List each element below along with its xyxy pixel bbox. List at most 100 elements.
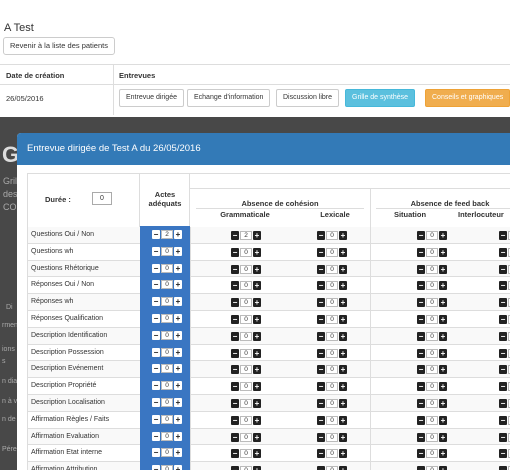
plus-button[interactable]: + xyxy=(174,448,182,458)
plus-button[interactable]: + xyxy=(439,365,447,375)
minus-button[interactable]: − xyxy=(152,280,160,290)
plus-button[interactable]: + xyxy=(174,246,182,256)
plus-button[interactable]: + xyxy=(253,231,261,240)
plus-button[interactable]: + xyxy=(339,298,347,308)
minus-button[interactable]: − xyxy=(231,365,239,375)
plus-button[interactable]: + xyxy=(174,465,182,470)
plus-button[interactable]: + xyxy=(339,231,347,240)
minus-button[interactable]: − xyxy=(417,331,425,341)
situation-value[interactable]: 0 xyxy=(426,247,438,257)
plus-button[interactable]: + xyxy=(174,347,182,357)
minus-button[interactable]: − xyxy=(317,382,325,392)
actes-adequats-value[interactable]: 0 xyxy=(161,381,173,391)
minus-button[interactable]: − xyxy=(152,414,160,424)
lexicale-value[interactable]: 0 xyxy=(326,247,338,257)
minus-button[interactable]: − xyxy=(417,298,425,308)
plus-button[interactable]: + xyxy=(253,348,261,358)
actes-adequats-value[interactable]: 0 xyxy=(161,313,173,323)
lexicale-value[interactable]: 0 xyxy=(326,449,338,459)
grammaticale-value[interactable]: 0 xyxy=(240,298,252,308)
minus-button[interactable]: − xyxy=(499,298,507,308)
plus-button[interactable]: + xyxy=(439,314,447,324)
plus-button[interactable]: + xyxy=(439,231,447,240)
plus-button[interactable]: + xyxy=(253,449,261,459)
plus-button[interactable]: + xyxy=(339,415,347,425)
discussion-libre-button[interactable]: Discussion libre xyxy=(276,89,340,107)
plus-button[interactable]: + xyxy=(339,331,347,341)
plus-button[interactable]: + xyxy=(253,466,261,470)
plus-button[interactable]: + xyxy=(174,230,182,239)
minus-button[interactable]: − xyxy=(317,298,325,308)
plus-button[interactable]: + xyxy=(439,449,447,459)
situation-value[interactable]: 0 xyxy=(426,466,438,470)
conseils-graphiques-button[interactable]: Conseils et graphiques xyxy=(425,89,510,107)
minus-button[interactable]: − xyxy=(231,314,239,324)
plus-button[interactable]: + xyxy=(439,281,447,291)
actes-adequats-value[interactable]: 0 xyxy=(161,397,173,407)
situation-value[interactable]: 0 xyxy=(426,348,438,358)
lexicale-value[interactable]: 0 xyxy=(326,314,338,324)
actes-adequats-value[interactable]: 0 xyxy=(161,263,173,273)
grammaticale-value[interactable]: 0 xyxy=(240,314,252,324)
duree-input[interactable]: 0 xyxy=(92,192,112,205)
grammaticale-value[interactable]: 2 xyxy=(240,231,252,240)
minus-button[interactable]: − xyxy=(499,415,507,425)
grammaticale-value[interactable]: 0 xyxy=(240,331,252,341)
plus-button[interactable]: + xyxy=(253,432,261,442)
minus-button[interactable]: − xyxy=(152,230,160,239)
plus-button[interactable]: + xyxy=(253,247,261,257)
actes-adequats-value[interactable]: 0 xyxy=(161,465,173,470)
minus-button[interactable]: − xyxy=(231,449,239,459)
lexicale-value[interactable]: 0 xyxy=(326,331,338,341)
lexicale-value[interactable]: 0 xyxy=(326,466,338,470)
minus-button[interactable]: − xyxy=(499,449,507,459)
minus-button[interactable]: − xyxy=(417,365,425,375)
situation-value[interactable]: 0 xyxy=(426,365,438,375)
minus-button[interactable]: − xyxy=(499,466,507,470)
minus-button[interactable]: − xyxy=(317,398,325,408)
minus-button[interactable]: − xyxy=(417,432,425,442)
minus-button[interactable]: − xyxy=(317,432,325,442)
minus-button[interactable]: − xyxy=(317,264,325,274)
actes-adequats-value[interactable]: 0 xyxy=(161,246,173,256)
plus-button[interactable]: + xyxy=(253,382,261,392)
minus-button[interactable]: − xyxy=(152,397,160,407)
minus-button[interactable]: − xyxy=(152,465,160,470)
grammaticale-value[interactable]: 0 xyxy=(240,365,252,375)
minus-button[interactable]: − xyxy=(417,398,425,408)
lexicale-value[interactable]: 0 xyxy=(326,432,338,442)
actes-adequats-value[interactable]: 0 xyxy=(161,347,173,357)
minus-button[interactable]: − xyxy=(417,382,425,392)
minus-button[interactable]: − xyxy=(317,314,325,324)
minus-button[interactable]: − xyxy=(417,264,425,274)
plus-button[interactable]: + xyxy=(253,298,261,308)
lexicale-value[interactable]: 0 xyxy=(326,264,338,274)
minus-button[interactable]: − xyxy=(231,415,239,425)
situation-value[interactable]: 0 xyxy=(426,264,438,274)
minus-button[interactable]: − xyxy=(417,348,425,358)
lexicale-value[interactable]: 0 xyxy=(326,298,338,308)
minus-button[interactable]: − xyxy=(152,313,160,323)
plus-button[interactable]: + xyxy=(339,449,347,459)
minus-button[interactable]: − xyxy=(317,449,325,459)
minus-button[interactable]: − xyxy=(317,331,325,341)
grammaticale-value[interactable]: 0 xyxy=(240,264,252,274)
plus-button[interactable]: + xyxy=(339,382,347,392)
minus-button[interactable]: − xyxy=(417,281,425,291)
lexicale-value[interactable]: 0 xyxy=(326,382,338,392)
plus-button[interactable]: + xyxy=(253,365,261,375)
minus-button[interactable]: − xyxy=(317,365,325,375)
minus-button[interactable]: − xyxy=(231,264,239,274)
plus-button[interactable]: + xyxy=(339,314,347,324)
lexicale-value[interactable]: 0 xyxy=(326,231,338,240)
grammaticale-value[interactable]: 0 xyxy=(240,398,252,408)
actes-adequats-value[interactable]: 2 xyxy=(161,230,173,239)
situation-value[interactable]: 0 xyxy=(426,314,438,324)
plus-button[interactable]: + xyxy=(174,280,182,290)
minus-button[interactable]: − xyxy=(152,381,160,391)
minus-button[interactable]: − xyxy=(152,263,160,273)
actes-adequats-value[interactable]: 0 xyxy=(161,431,173,441)
minus-button[interactable]: − xyxy=(317,247,325,257)
actes-adequats-value[interactable]: 0 xyxy=(161,297,173,307)
plus-button[interactable]: + xyxy=(439,247,447,257)
